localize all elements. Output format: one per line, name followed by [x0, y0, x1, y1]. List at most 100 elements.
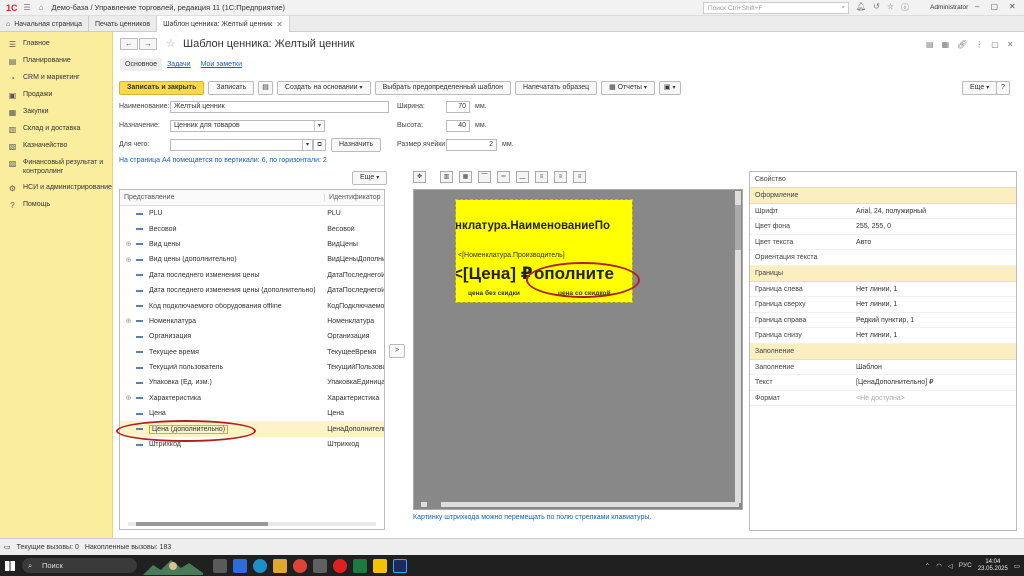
sidebar-item-crm[interactable]: ◔ CRM и маркетинг: [0, 70, 112, 87]
sidebar-item-treasury[interactable]: ▧ Казначейство: [0, 138, 112, 155]
assign-button[interactable]: Назначить: [331, 138, 382, 152]
sidebar-item-admin[interactable]: ⚙ НСИ и администрирование: [0, 180, 112, 197]
expand-icon[interactable]: ⊕: [124, 240, 133, 248]
property-value[interactable]: Arial, 24, полужирный: [850, 204, 926, 219]
tree-row[interactable]: ⊕ Вид цены (дополнительно) ВидЦеныДополни: [120, 252, 384, 267]
window-icon[interactable]: [313, 558, 327, 573]
favorite-star-icon[interactable]: ☆: [166, 37, 176, 50]
close-icon[interactable]: ✕: [1007, 40, 1014, 49]
tree-row[interactable]: Дата последнего изменения цены (дополнит…: [120, 283, 384, 298]
forward-button[interactable]: →: [139, 38, 157, 50]
tree-row[interactable]: Цена Цена: [120, 406, 384, 421]
subtab-main[interactable]: Основное: [120, 58, 163, 71]
scrollbar-thumb[interactable]: [136, 522, 268, 526]
more-button[interactable]: Еще ▾: [962, 81, 998, 95]
move-icon[interactable]: ✥: [413, 171, 426, 183]
property-row[interactable]: Граница снизу Нет линии, 1: [750, 328, 1016, 344]
create-based-button[interactable]: Создать на основании ▾: [276, 81, 371, 95]
for-what-dropdown[interactable]: ▾: [302, 139, 313, 151]
width-input[interactable]: 70: [446, 101, 470, 113]
menu-icon[interactable]: ☰: [23, 3, 32, 12]
tree-row[interactable]: Код подключаемого оборудования offline Ко…: [120, 298, 384, 313]
property-row[interactable]: Шрифт Arial, 24, полужирный: [750, 204, 1016, 220]
property-row[interactable]: Граница слева Нет линии, 1: [750, 282, 1016, 298]
property-value[interactable]: Редкий пунктир, 1: [850, 313, 914, 328]
tag-manufacturer-field[interactable]: <[Номенклатура.Производитель]: [458, 252, 565, 259]
scrollbar-thumb[interactable]: [427, 502, 441, 507]
tree-row[interactable]: Дата последнего изменения цены ДатаПослед…: [120, 268, 384, 283]
column-header-identifier[interactable]: Идентификатор: [325, 194, 381, 201]
expand-icon[interactable]: ⊕: [124, 256, 133, 264]
property-value[interactable]: [850, 250, 856, 265]
tree-row[interactable]: PLU PLU: [120, 206, 384, 221]
tree-row[interactable]: Текущее время ТекущееВремя: [120, 345, 384, 360]
tag-caption-no-discount[interactable]: цена без скидки: [468, 290, 520, 297]
info-icon[interactable]: ⓘ: [901, 2, 909, 13]
align-left-icon[interactable]: ≡: [535, 171, 548, 183]
calculator-icon[interactable]: [213, 558, 227, 573]
excel-icon[interactable]: [353, 558, 367, 573]
property-row[interactable]: Ориентация текста: [750, 250, 1016, 266]
tree-row[interactable]: ⊕ Характеристика Характеристика: [120, 391, 384, 406]
property-row[interactable]: Граница справа Редкий пунктир, 1: [750, 313, 1016, 329]
chrome-icon[interactable]: [293, 558, 307, 573]
move-to-tag-button[interactable]: >: [389, 344, 406, 358]
history-icon[interactable]: ↺: [873, 2, 880, 13]
print-icon[interactable]: ▤: [926, 40, 934, 49]
tree-row[interactable]: Упаковка (Ед. изм.) УпаковкаЕдиница: [120, 375, 384, 390]
1c-icon[interactable]: [373, 558, 387, 573]
property-group[interactable]: Заполнение: [750, 343, 1016, 360]
property-group[interactable]: Границы: [750, 265, 1016, 282]
grid-icon[interactable]: ▦: [459, 171, 472, 183]
property-value[interactable]: Шаблон: [850, 360, 882, 375]
property-row[interactable]: Цвет текста Авто: [750, 235, 1016, 251]
purpose-select[interactable]: Ценник для товаров ▾: [170, 120, 325, 132]
notification-icon[interactable]: ▭: [1014, 562, 1020, 570]
sidebar-item-help[interactable]: ? Помощь: [0, 197, 112, 214]
tree-row[interactable]: Организация Организация: [120, 329, 384, 344]
scrollbar-thumb[interactable]: [735, 205, 741, 250]
photoshop-icon[interactable]: [393, 558, 407, 573]
subtab-notes[interactable]: Мои заметки: [196, 58, 247, 71]
tree-row[interactable]: Весовой Весовой: [120, 221, 384, 236]
yandex-icon[interactable]: [333, 558, 347, 573]
document-icon-button[interactable]: ▤: [258, 81, 273, 95]
global-search-input[interactable]: Поиск Ctrl+Shift+F ⌕: [703, 2, 849, 14]
property-value[interactable]: Авто: [850, 235, 871, 250]
subtab-tasks[interactable]: Задачи: [162, 58, 196, 71]
for-what-open[interactable]: ⧉: [313, 139, 326, 151]
align-top-icon[interactable]: ⎺: [478, 171, 491, 183]
attach-icon[interactable]: ▦: [942, 40, 950, 49]
clock[interactable]: 14:04 23.05.2025: [978, 559, 1008, 573]
tree-horizontal-scrollbar[interactable]: [128, 522, 376, 526]
more-vertical-icon[interactable]: ⋮: [975, 40, 983, 49]
close-icon[interactable]: ✕: [1009, 2, 1016, 11]
save-and-close-button[interactable]: Записать и закрыть: [119, 81, 205, 95]
tab-home[interactable]: ⌂ Начальная страница: [0, 16, 89, 32]
cell-size-input[interactable]: 2: [446, 139, 497, 151]
language-indicator[interactable]: РУС: [959, 562, 972, 569]
sidebar-item-purchases[interactable]: ▦ Закупки: [0, 104, 112, 121]
tree-row[interactable]: Текущий пользователь ТекущийПользова: [120, 360, 384, 375]
canvas-vertical-scrollbar[interactable]: [735, 191, 741, 503]
property-value[interactable]: Нет линии, 1: [850, 282, 897, 297]
tree-more-button[interactable]: Еще ▾: [352, 171, 388, 185]
maximize-icon[interactable]: ▢: [990, 2, 998, 11]
property-value[interactable]: [ЦенаДополнительно] ₽: [850, 375, 934, 390]
sidebar-item-warehouse[interactable]: ▥ Склад и доставка: [0, 121, 112, 138]
sidebar-item-planning[interactable]: ▤ Планирование: [0, 53, 112, 70]
chevron-up-icon[interactable]: ⌃: [925, 562, 930, 570]
sidebar-item-main[interactable]: ☰ Главное: [0, 36, 112, 53]
property-row[interactable]: Граница сверху Нет линии, 1: [750, 297, 1016, 313]
sidebar-item-finance[interactable]: ▨ Финансовый результат и контроллинг: [0, 155, 112, 180]
property-group[interactable]: Оформление: [750, 188, 1016, 204]
edge-icon[interactable]: [253, 558, 267, 573]
extra-tools-button[interactable]: ▣ ▾: [658, 81, 681, 95]
align-middle-icon[interactable]: ═: [497, 171, 510, 183]
barcode-icon[interactable]: ▥: [440, 171, 453, 183]
property-value[interactable]: <Не доступна>: [850, 391, 905, 406]
link-icon[interactable]: 🔗︎: [957, 40, 967, 49]
tree-row[interactable]: ⊕ Вид цены ВидЦены: [120, 237, 384, 252]
star-icon[interactable]: ☆: [887, 2, 894, 13]
expand-icon[interactable]: ▢: [991, 40, 999, 49]
